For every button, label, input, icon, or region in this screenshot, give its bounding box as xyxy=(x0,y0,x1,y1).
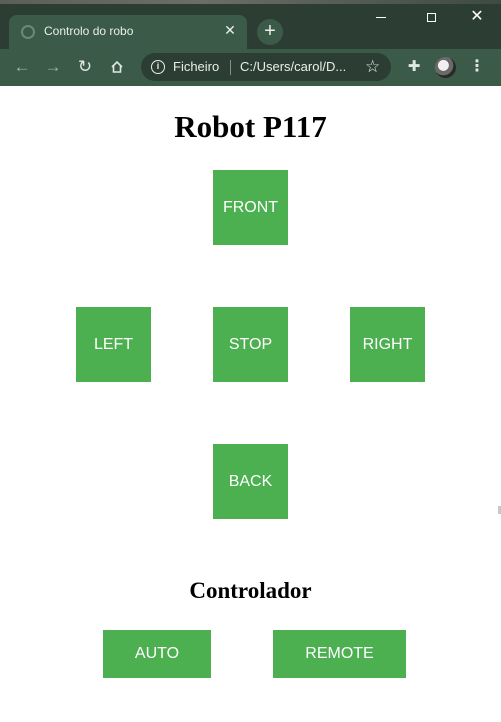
address-bar[interactable]: i Ficheiro C:/Users/carol/D... ☆ xyxy=(141,53,391,81)
extensions-puzzle-icon[interactable]: ✚ xyxy=(404,57,424,77)
home-icon[interactable] xyxy=(107,57,127,77)
address-scheme-label: Ficheiro xyxy=(173,59,220,74)
back-button[interactable]: BACK xyxy=(213,444,288,519)
tab-favicon-icon xyxy=(21,25,35,39)
browser-toolbar: ← → ↻ i Ficheiro C:/Users/carol/D... ☆ ✚… xyxy=(0,49,501,86)
address-url[interactable]: C:/Users/carol/D... xyxy=(240,59,346,74)
tab-close-icon[interactable]: ✕ xyxy=(221,21,239,39)
controller-heading: Controlador xyxy=(189,578,312,603)
active-tab[interactable]: Controlo do robo ✕ xyxy=(9,15,247,49)
address-separator xyxy=(230,60,231,75)
stop-button[interactable]: STOP xyxy=(213,307,288,382)
browser-menu-icon[interactable]: ⋮ xyxy=(467,57,487,77)
profile-avatar[interactable] xyxy=(435,57,456,78)
page-title: Robot P117 xyxy=(174,109,327,144)
front-button[interactable]: FRONT xyxy=(213,170,288,245)
window-maximize-button[interactable] xyxy=(411,6,451,28)
window-minimize-button[interactable] xyxy=(361,6,401,28)
auto-mode-button[interactable]: AUTO xyxy=(103,630,211,678)
close-icon: ✕ xyxy=(470,8,484,25)
tab-title: Controlo do robo xyxy=(44,24,134,38)
back-arrow-icon[interactable]: ← xyxy=(12,57,32,77)
remote-mode-button[interactable]: REMOTE xyxy=(273,630,406,678)
bookmark-star-icon[interactable]: ☆ xyxy=(365,57,380,77)
forward-arrow-icon[interactable]: → xyxy=(43,57,63,77)
maximize-icon xyxy=(426,12,436,22)
window-close-button[interactable]: ✕ xyxy=(457,6,497,28)
new-tab-button[interactable]: + xyxy=(257,19,283,45)
minimize-icon xyxy=(376,16,386,18)
left-button[interactable]: LEFT xyxy=(76,307,151,382)
tab-strip: Controlo do robo ✕ + ✕ xyxy=(0,0,501,49)
reload-icon[interactable]: ↻ xyxy=(75,57,95,77)
right-button[interactable]: RIGHT xyxy=(350,307,425,382)
page-content: Robot P117 FRONT LEFT STOP RIGHT BACK Co… xyxy=(0,86,501,722)
site-info-icon[interactable]: i xyxy=(151,60,165,74)
home-glyph xyxy=(111,60,123,73)
